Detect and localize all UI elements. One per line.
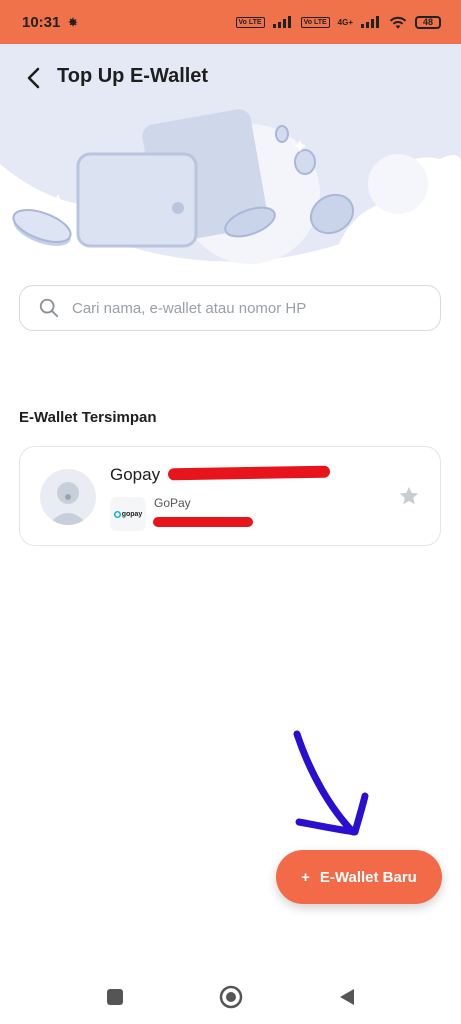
battery-icon: 48 bbox=[415, 15, 441, 29]
volte-badge-2: Vo LTE bbox=[300, 16, 330, 28]
volte-badge-1: Vo LTE bbox=[235, 16, 265, 28]
status-bar: 10:31 Vo LTE Vo LTE 4G+ 48 bbox=[0, 0, 461, 44]
annotation-arrow-icon bbox=[293, 730, 369, 836]
redaction-mark-2 bbox=[153, 517, 253, 527]
star-icon bbox=[399, 486, 419, 505]
status-left: 10:31 bbox=[22, 14, 79, 31]
page-title: Top Up E-Wallet bbox=[57, 65, 209, 87]
signal-icon bbox=[272, 16, 291, 28]
avatar bbox=[40, 469, 96, 525]
wifi-icon bbox=[389, 16, 407, 29]
gopay-logo-text: gopay bbox=[121, 510, 143, 518]
redaction-mark bbox=[167, 465, 331, 481]
add-ewallet-label: E-Wallet Baru bbox=[319, 868, 417, 886]
triangle-back-icon bbox=[339, 989, 354, 1005]
status-time: 10:31 bbox=[22, 13, 61, 31]
settings-gear-icon bbox=[69, 17, 78, 26]
battery-level: 48 bbox=[422, 17, 433, 27]
search-input[interactable] bbox=[70, 298, 440, 318]
system-nav-bar bbox=[0, 970, 461, 1024]
saved-wallet-card[interactable]: Gopay gopay GoPay bbox=[19, 446, 441, 546]
gopay-logo-icon bbox=[113, 510, 121, 518]
provider-name: GoPay bbox=[154, 496, 191, 510]
square-icon bbox=[106, 989, 123, 1005]
back-nav-button[interactable] bbox=[332, 982, 362, 1012]
recents-button[interactable] bbox=[100, 982, 130, 1012]
network-type: 4G+ bbox=[337, 17, 353, 27]
gopay-logo: gopay bbox=[110, 497, 146, 531]
status-right: Vo LTE Vo LTE 4G+ 48 bbox=[235, 15, 441, 29]
home-circle-icon bbox=[219, 985, 242, 1009]
favorite-button[interactable] bbox=[398, 485, 420, 512]
user-avatar-icon bbox=[48, 482, 88, 525]
wallet-name: Gopay bbox=[110, 465, 161, 484]
back-button[interactable] bbox=[20, 64, 48, 92]
plus-icon: + bbox=[301, 868, 310, 886]
home-button[interactable] bbox=[216, 982, 246, 1012]
chevron-left-icon bbox=[27, 67, 40, 89]
saved-wallets-title: E-Wallet Tersimpan bbox=[19, 409, 157, 426]
signal-icon-2 bbox=[361, 16, 379, 28]
search-box[interactable] bbox=[19, 285, 441, 331]
search-icon bbox=[39, 298, 59, 318]
add-ewallet-button[interactable]: + E-Wallet Baru bbox=[276, 850, 442, 904]
